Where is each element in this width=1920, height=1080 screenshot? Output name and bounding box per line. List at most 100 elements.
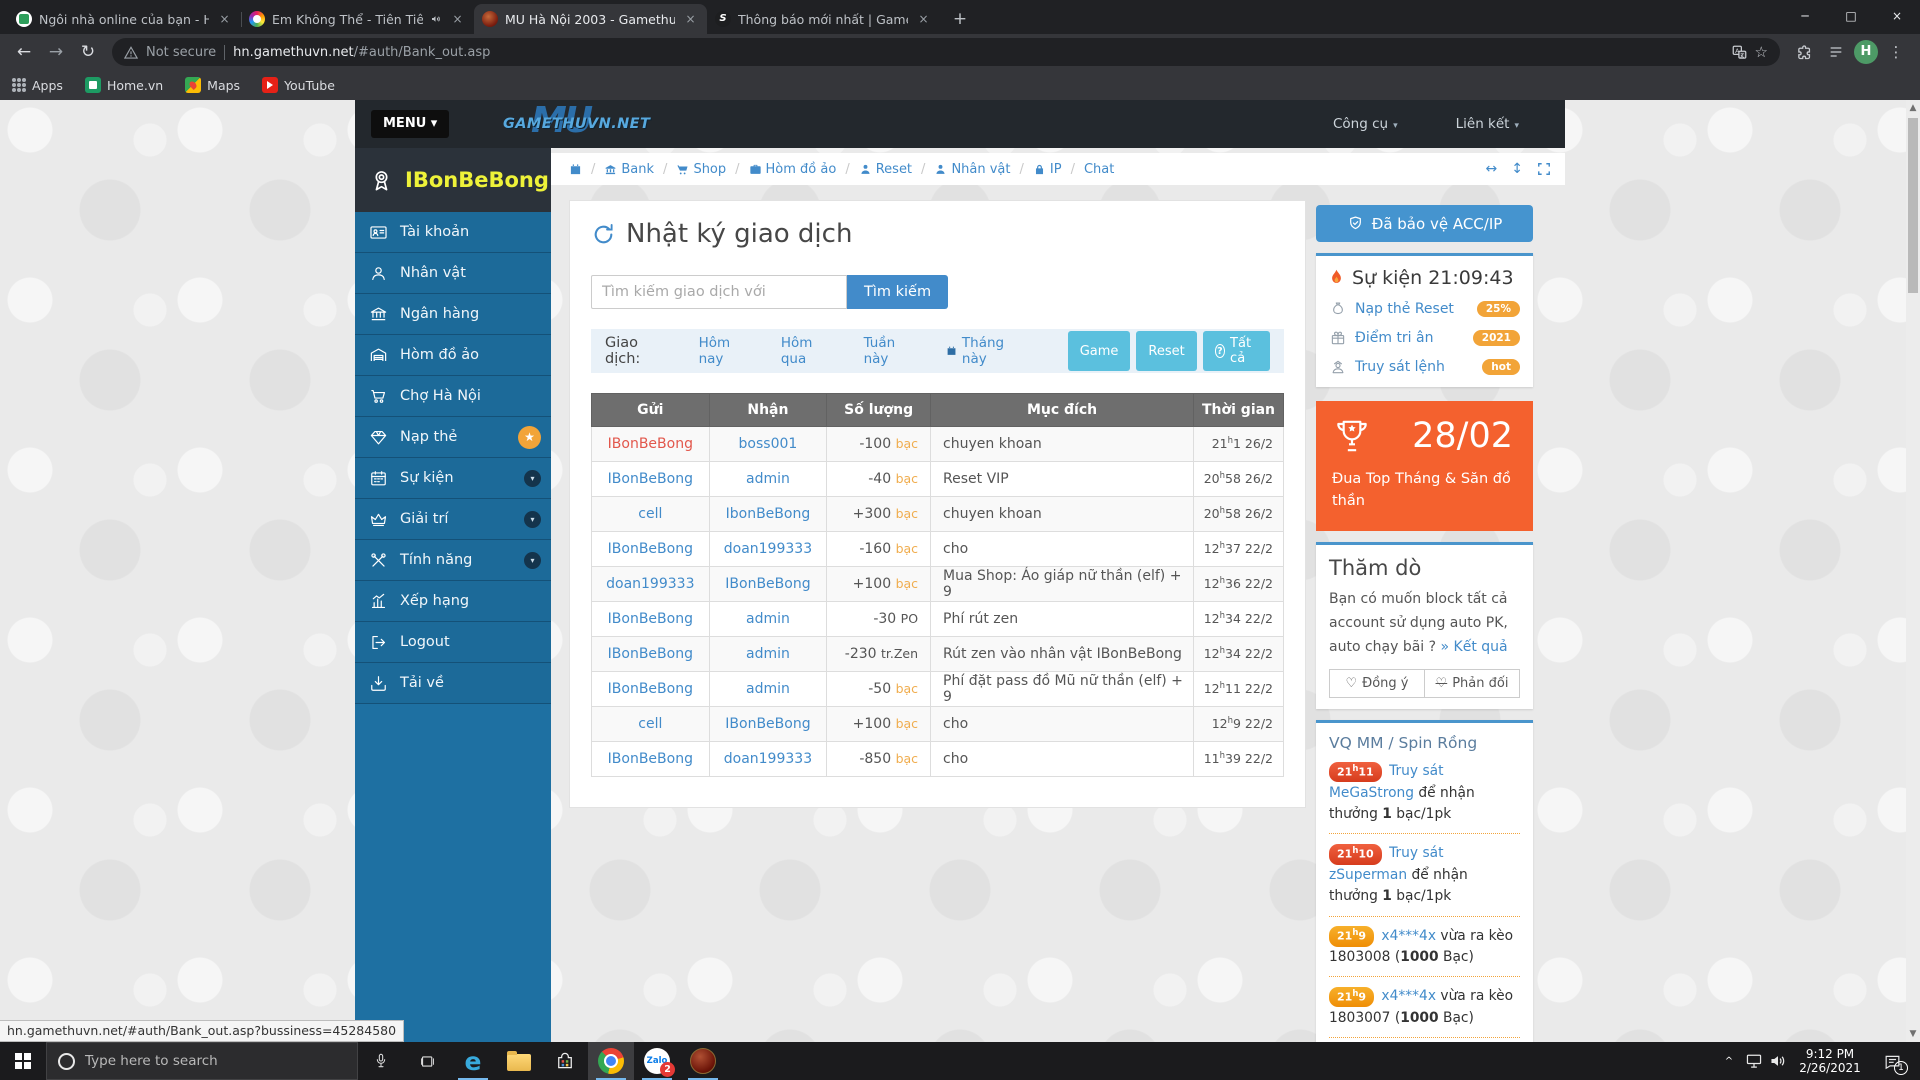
bookmark-star-icon[interactable]: ☆ [1755,43,1768,61]
breadcrumb-chat[interactable]: Chat [1084,162,1114,177]
forward-button[interactable]: → [42,42,70,62]
breadcrumb-hom-do-ao[interactable]: Hòm đồ ảo [749,162,837,177]
filter-all-button[interactable]: ?Tất cả [1203,331,1270,371]
breadcrumb-shop[interactable]: Shop [676,162,726,177]
receiver-link[interactable]: IBonBeBong [725,716,810,732]
tab-close-icon[interactable]: × [216,11,233,28]
address-bar[interactable]: Not secure hn.gamethuvn.net/#auth/Bank_o… [112,38,1780,66]
filter-this-month[interactable]: Tháng này [946,335,1028,367]
event-link[interactable]: Điểm tri ân [1355,330,1433,346]
reload-button[interactable]: ↻ [74,42,102,62]
receiver-link[interactable]: admin [746,471,790,487]
sidebar-item-nhan-vat[interactable]: Nhân vật [355,253,551,294]
filter-this-week[interactable]: Tuần này [864,335,920,367]
tab-music[interactable]: Em Không Thể - Tiên Tiên, To × [241,4,474,34]
filter-game-button[interactable]: Game [1068,331,1131,371]
receiver-link[interactable]: admin [746,611,790,627]
sender-link[interactable]: IBonBeBong [608,541,693,557]
sidebar-item-ngan-hang[interactable]: Ngân hàng [355,294,551,335]
tray-expand-icon[interactable]: ^ [1718,1056,1740,1067]
breadcrumb-reset[interactable]: Reset [859,162,912,177]
bookmark-homevn[interactable]: Home.vn [85,77,163,93]
scrollbar-thumb[interactable] [1908,118,1918,293]
taskbar-clock[interactable]: 9:12 PM2/26/2021 [1792,1047,1868,1075]
reading-list-icon[interactable] [1822,44,1850,60]
sender-link[interactable]: IBonBeBong [608,471,693,487]
sidebar-item-nap-the[interactable]: Nạp thẻ ★ [355,417,551,458]
taskbar-mu-game[interactable] [680,1042,726,1080]
tab-close-icon[interactable]: × [682,11,699,28]
breadcrumb-home[interactable] [569,163,582,176]
tab-close-icon[interactable]: × [449,11,466,28]
receiver-link[interactable]: doan199333 [724,751,812,767]
tab-mu-hanoi-active[interactable]: MU Hà Nội 2003 - GamethuVN.n × [474,4,707,34]
receiver-link[interactable]: admin [746,681,790,697]
sidebar-item-xep-hang[interactable]: Xếp hạng [355,581,551,622]
new-tab-button[interactable]: + [946,6,974,34]
maximize-button[interactable]: □ [1828,0,1874,34]
event-banner[interactable]: 28/02 Đua Top Tháng & Săn đồ thần [1316,401,1533,531]
receiver-link[interactable]: admin [746,646,790,662]
sender-link[interactable]: IBonBeBong [608,436,693,452]
taskbar-chrome[interactable] [588,1042,634,1080]
sidebar-item-logout[interactable]: Logout [355,622,551,663]
taskbar-store[interactable] [542,1042,588,1080]
sender-link[interactable]: IBonBeBong [608,646,693,662]
back-button[interactable]: ← [10,42,38,62]
taskbar-edge[interactable]: e [450,1042,496,1080]
minimize-button[interactable]: ─ [1782,0,1828,34]
tab-news[interactable]: S Thông báo mới nhất | Game thủ × [707,4,940,34]
translate-icon[interactable]: A [1732,45,1747,60]
start-button[interactable] [0,1042,46,1080]
scroll-down-icon[interactable]: ▼ [1906,1029,1920,1039]
search-input[interactable] [591,275,847,309]
taskbar-file-explorer[interactable] [496,1042,542,1080]
action-center-icon[interactable]: 1 [1872,1052,1912,1071]
taskbar-search[interactable]: Type here to search [46,1042,358,1080]
breadcrumb-bank[interactable]: Bank [604,162,654,177]
search-button[interactable]: Tìm kiếm [847,275,948,309]
links-menu[interactable]: Liên kết▾ [1456,116,1519,132]
filter-reset-button[interactable]: Reset [1136,331,1196,371]
profile-avatar[interactable]: H [1854,40,1878,64]
poll-agree-button[interactable]: ♡Đồng ý [1329,669,1425,698]
breadcrumb-nhan-vat[interactable]: Nhân vật [934,162,1010,177]
sender-link[interactable]: IBonBeBong [608,751,693,767]
bookmark-maps[interactable]: Maps [185,77,240,93]
extensions-puzzle-icon[interactable] [1790,44,1818,61]
scrollbar[interactable]: ▲ ▼ [1906,100,1920,1042]
fullscreen-icon[interactable] [1537,162,1551,176]
event-link[interactable]: Truy sát lệnh [1355,359,1445,375]
sidebar-item-tinh-nang[interactable]: Tính năng ▾ [355,540,551,581]
feed-player-link[interactable]: x4***4x [1381,988,1436,1004]
scroll-up-icon[interactable]: ▲ [1906,103,1920,113]
receiver-link[interactable]: boss001 [739,436,798,452]
tab-close-icon[interactable]: × [915,11,932,28]
sidebar-item-cho-ha-noi[interactable]: Chợ Hà Nội [355,376,551,417]
browser-menu-icon[interactable]: ⋮ [1882,43,1910,61]
bookmark-apps[interactable]: Apps [12,78,63,93]
receiver-link[interactable]: IBonBeBong [725,576,810,592]
sidebar-item-hom-do-ao[interactable]: Hòm đồ ảo [355,335,551,376]
sidebar-item-giai-tri[interactable]: Giải trí ▾ [355,499,551,540]
tab-home[interactable]: Ngôi nhà online của bạn - Home × [8,4,241,34]
receiver-link[interactable]: doan199333 [724,541,812,557]
feed-player-link[interactable]: x4***4x [1381,928,1436,944]
network-icon[interactable] [1744,1052,1764,1070]
resize-horizontal-icon[interactable]: ↔ [1486,161,1498,177]
site-logo[interactable]: MU GAMETHUVN.NET [503,102,653,146]
volume-icon[interactable] [1768,1052,1788,1070]
sidebar-item-su-kien[interactable]: Sự kiện ▾ [355,458,551,499]
poll-result-link[interactable]: » Kết quả [1441,639,1508,655]
breadcrumb-ip[interactable]: IP [1033,162,1062,177]
poll-disagree-button[interactable]: ♡Phản đối [1425,669,1520,698]
taskbar-zalo[interactable]: Zalo2 [634,1042,680,1080]
receiver-link[interactable]: IbonBeBong [726,506,811,522]
sender-link[interactable]: cell [638,506,662,522]
sidebar-item-tai-khoan[interactable]: Tài khoản [355,212,551,253]
sender-link[interactable]: IBonBeBong [608,681,693,697]
filter-today[interactable]: Hôm nay [699,335,755,367]
sidebar-item-tai-ve[interactable]: Tải về [355,663,551,704]
bookmark-youtube[interactable]: YouTube [262,77,335,93]
refresh-icon[interactable] [591,222,616,247]
